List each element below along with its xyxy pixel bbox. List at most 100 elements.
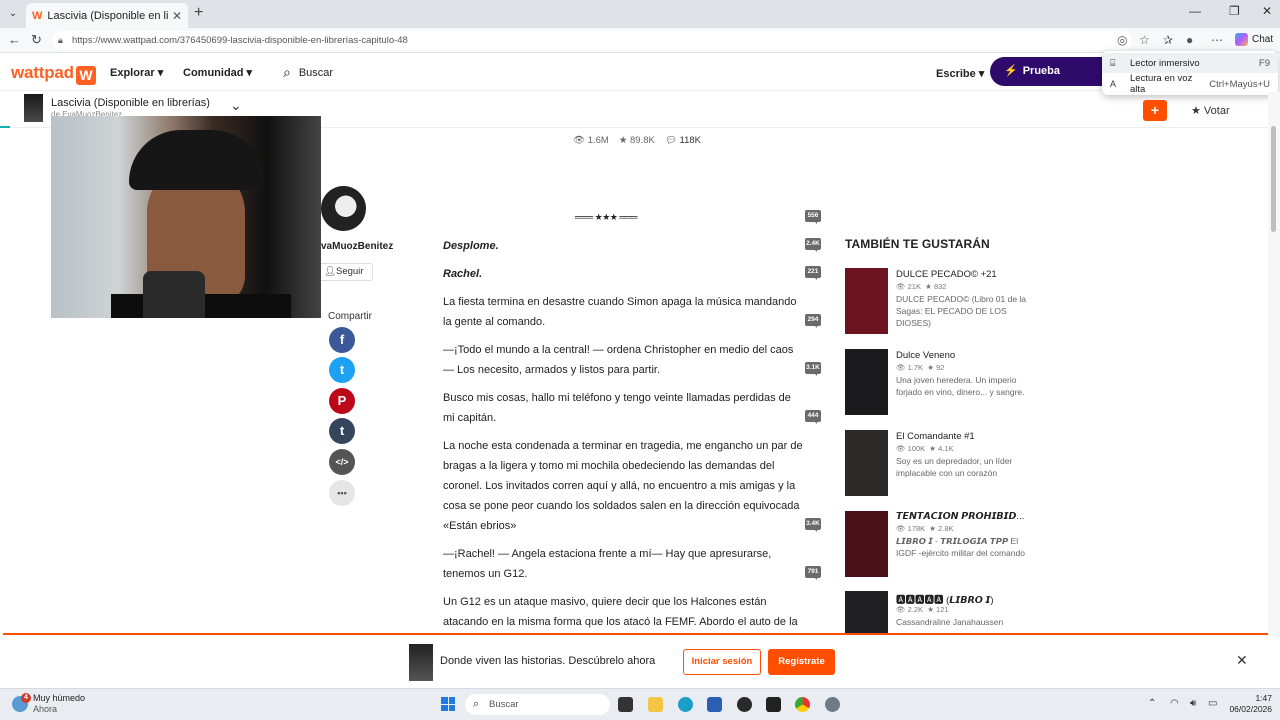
new-tab-icon[interactable]: + bbox=[194, 4, 203, 22]
wattpad-w-icon: W bbox=[75, 66, 96, 85]
network-icon[interactable]: ◠ bbox=[1170, 698, 1179, 709]
inline-comment-marker[interactable]: 3.4K bbox=[805, 518, 821, 532]
inline-comment-marker[interactable]: 221 bbox=[805, 266, 821, 280]
twitter-share-button[interactable]: t bbox=[329, 357, 355, 383]
rec-description: 𝙇𝙄𝘽𝙍𝙊 𝙄 - 𝙏𝙍𝙄𝙇𝙊𝙂𝙄𝘼 𝙏𝙋𝙋 El IGDF -ejército… bbox=[896, 536, 1025, 558]
explore-menu[interactable]: Explorar ▾ bbox=[110, 66, 163, 79]
inline-comment-marker[interactable]: 2.4K bbox=[805, 238, 821, 252]
page-scrollbar-thumb[interactable] bbox=[1271, 126, 1276, 232]
profile-icon[interactable]: ● bbox=[1186, 33, 1193, 47]
menu-item-read-aloud[interactable]: A Lectura en voz alta Ctrl+Mayús+U bbox=[1102, 73, 1278, 95]
inline-comment-marker[interactable]: 444 bbox=[805, 410, 821, 424]
taskbar-search[interactable]: ⌕ Buscar bbox=[465, 694, 610, 715]
story-cover-thumbnail[interactable] bbox=[24, 94, 43, 122]
taskbar-clock[interactable]: 1:47 06/02/2026 bbox=[1226, 693, 1272, 715]
task-view-icon[interactable] bbox=[618, 697, 633, 712]
minimize-icon[interactable]: — bbox=[1189, 4, 1201, 18]
search-button[interactable]: ⌕ Buscar bbox=[283, 64, 333, 81]
paragraph: Busco mis cosas, hallo mi teléfono y ten… bbox=[443, 392, 791, 424]
search-icon: ⌕ bbox=[473, 698, 480, 710]
rec-description: Una joven heredera. Un imperio forjado e… bbox=[896, 375, 1025, 397]
tumblr-icon: t bbox=[339, 423, 345, 438]
banner-close-icon[interactable]: ✕ bbox=[1236, 652, 1248, 669]
favorite-star-icon[interactable]: ☆ bbox=[1139, 33, 1150, 47]
url-field[interactable]: 🔒︎ https://www.wattpad.com/376450699-las… bbox=[52, 31, 1132, 50]
vote-button[interactable]: ★ Votar bbox=[1191, 104, 1230, 117]
clock-date: 06/02/2026 bbox=[1229, 704, 1272, 714]
inline-comment-marker[interactable]: 3.1K bbox=[805, 362, 821, 376]
back-icon[interactable]: ← bbox=[8, 32, 21, 47]
write-menu[interactable]: Escribe ▾ bbox=[936, 67, 984, 80]
share-label: Compartir bbox=[328, 311, 372, 322]
volume-icon[interactable]: 🔊︎ bbox=[1190, 698, 1196, 709]
immersive-reader-toolbar-icon[interactable]: ◎ bbox=[1117, 33, 1127, 47]
rec-cover[interactable] bbox=[845, 591, 888, 633]
rec-cover[interactable] bbox=[845, 430, 888, 496]
menu-item-immersive-reader[interactable]: ⌸ Lector inmersivo F9 bbox=[1102, 53, 1278, 73]
webcam-overlay bbox=[51, 116, 321, 318]
reload-icon[interactable]: ↻ bbox=[31, 32, 42, 48]
story-title[interactable]: Lascivia (Disponible en librerías) bbox=[51, 97, 210, 109]
favorites-icon[interactable]: ✰ bbox=[1163, 33, 1173, 47]
copilot-chat-button[interactable]: Chat bbox=[1235, 33, 1273, 46]
maximize-icon[interactable]: ❐ bbox=[1229, 4, 1240, 18]
facebook-share-button[interactable]: f bbox=[329, 327, 355, 353]
edge-icon[interactable] bbox=[678, 697, 693, 712]
rec-cover[interactable] bbox=[845, 511, 888, 577]
read-options-dropdown: ⌸ Lector inmersivo F9 A Lectura en voz a… bbox=[1102, 51, 1278, 95]
tab-close-icon[interactable]: ✕ bbox=[172, 9, 182, 23]
chapter-list-chevron-icon[interactable]: ⌄ bbox=[230, 97, 242, 114]
rec-title[interactable]: DULCE PECADO© +21 bbox=[896, 269, 997, 280]
address-bar-row: ← ↻ 🔒︎ https://www.wattpad.com/376450699… bbox=[0, 28, 1280, 53]
facebook-icon: f bbox=[339, 332, 345, 347]
rec-title[interactable]: 🅰🅰🅰🅰🅰 (𝙇𝙄𝘽𝙍𝙊 𝙄) bbox=[896, 592, 994, 606]
weather-icon: 4 bbox=[12, 693, 31, 712]
chrome-icon[interactable] bbox=[795, 697, 810, 712]
capcut-icon[interactable] bbox=[766, 697, 781, 712]
browser-tab[interactable]: W Lascivia (Disponible en librerías) - ✕ bbox=[26, 3, 188, 28]
inline-comment-marker[interactable]: 791 bbox=[805, 566, 821, 580]
embed-share-button[interactable]: </> bbox=[329, 449, 355, 475]
wattpad-logo[interactable]: wattpad W bbox=[11, 63, 96, 85]
window-close-icon[interactable]: ✕ bbox=[1262, 4, 1272, 18]
follow-button[interactable]: 👤︎ Seguir bbox=[319, 263, 373, 281]
pinterest-share-button[interactable]: P bbox=[329, 388, 355, 414]
paragraph: Rachel. bbox=[443, 268, 483, 280]
media-app-icon[interactable] bbox=[737, 697, 752, 712]
rec-stats: 👁︎ 1.7K ★ 92 bbox=[896, 363, 945, 372]
bolt-icon: ⚡ bbox=[1004, 65, 1018, 77]
twitter-icon: t bbox=[339, 362, 345, 377]
weather-widget[interactable]: 4 Muy húmedo Ahora bbox=[12, 693, 85, 715]
author-name[interactable]: vaMuozBenitez bbox=[321, 241, 393, 252]
settings-more-icon[interactable]: ⋯ bbox=[1211, 33, 1223, 47]
rec-cover[interactable] bbox=[845, 268, 888, 334]
file-explorer-icon[interactable] bbox=[648, 697, 663, 712]
tab-actions-chevron-icon[interactable]: ⌄ bbox=[4, 5, 22, 23]
store-icon[interactable] bbox=[707, 697, 722, 712]
copilot-label: Chat bbox=[1252, 34, 1274, 45]
battery-icon[interactable]: ▭ bbox=[1208, 698, 1217, 709]
inline-comment-marker[interactable]: 556 bbox=[805, 210, 821, 224]
premium-button[interactable]: ⚡ Prueba Premium bbox=[990, 57, 1110, 106]
recommendations-title: TAMBIÉN TE GUSTARÁN bbox=[845, 237, 990, 251]
login-button[interactable]: Iniciar sesión bbox=[683, 649, 761, 675]
clock-time: 1:47 bbox=[1255, 693, 1272, 703]
author-avatar[interactable] bbox=[321, 186, 366, 231]
rec-title[interactable]: 𝙏𝙀𝙉𝙏𝘼𝘾𝙄𝙊𝙉 𝙋𝙍𝙊𝙃𝙄𝘽𝙄𝘿... bbox=[896, 511, 1024, 522]
settings-icon[interactable] bbox=[825, 697, 840, 712]
add-to-list-button[interactable]: + bbox=[1143, 100, 1167, 121]
register-button[interactable]: Regístrate bbox=[768, 649, 835, 675]
inline-comment-marker[interactable]: 294 bbox=[805, 314, 821, 328]
more-share-button[interactable]: ••• bbox=[329, 480, 355, 506]
windows-start-icon[interactable] bbox=[441, 697, 455, 711]
tray-chevron-icon[interactable]: ⌃ bbox=[1148, 698, 1156, 709]
rec-title[interactable]: El Comandante #1 bbox=[896, 431, 975, 442]
webcam-phone bbox=[143, 271, 205, 318]
tumblr-share-button[interactable]: t bbox=[329, 418, 355, 444]
browser-tab-bar: ⌄ W Lascivia (Disponible en librerías) -… bbox=[0, 0, 1280, 28]
rec-cover[interactable] bbox=[845, 349, 888, 415]
rec-title[interactable]: Dulce Veneno bbox=[896, 350, 955, 361]
webcam-cap bbox=[129, 130, 264, 190]
signup-banner: Donde viven las historias. Descúbrelo ah… bbox=[0, 635, 1268, 687]
community-menu[interactable]: Comunidad ▾ bbox=[183, 66, 252, 79]
